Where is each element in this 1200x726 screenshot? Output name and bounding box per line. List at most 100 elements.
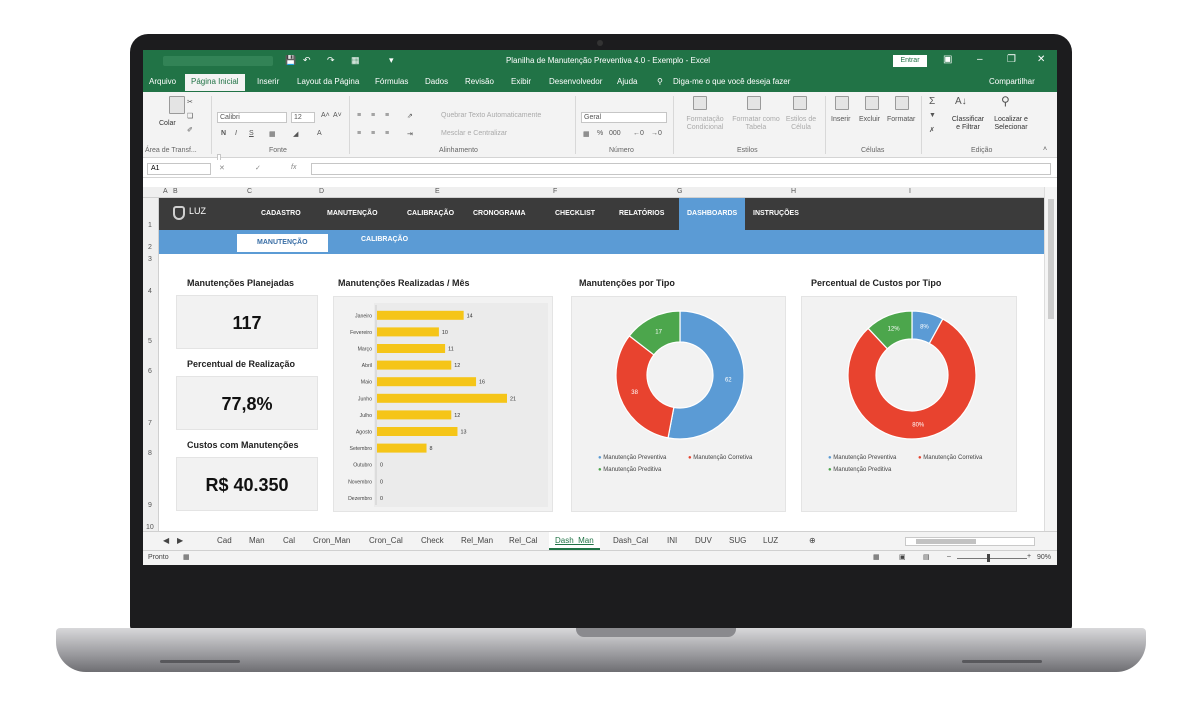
nav-instrucoes[interactable]: INSTRUÇÕES [753,210,799,217]
formula-input[interactable] [311,163,1051,175]
increase-decimal-icon[interactable]: ←0 [633,130,644,137]
column-header[interactable]: E [435,188,440,195]
customize-toolbar-icon[interactable]: ▾ [389,55,394,66]
page-break-icon[interactable]: ▤ [923,553,930,561]
macro-record-icon[interactable]: ▦ [183,553,190,561]
restore-icon[interactable]: ❐ [1007,54,1016,65]
nav-checklist[interactable]: CHECKLIST [555,210,595,217]
wrap-text-button[interactable]: Quebrar Texto Automaticamente [441,112,541,119]
borders-icon[interactable]: ▦ [269,130,276,138]
column-header[interactable]: G [677,188,682,195]
zoom-level[interactable]: 90% [1037,554,1051,561]
cut-icon[interactable]: ✂ [187,98,193,106]
tab-inserir[interactable]: Inserir [257,77,279,86]
collapse-ribbon-icon[interactable]: ˄ [1043,146,1047,153]
row-header[interactable]: 7 [148,420,152,427]
tab-pagina-inicial[interactable]: Página Inicial [185,74,245,91]
cancel-icon[interactable]: ✕ [219,164,225,172]
sheet-tab[interactable]: Cron_Cal [369,536,403,545]
align-bottom-icon[interactable]: ≡ [385,112,389,119]
name-box[interactable]: A1 [147,163,211,175]
sheet-tab-active[interactable]: Dash_Man [549,532,600,550]
row-header[interactable]: 5 [148,338,152,345]
scroll-thumb[interactable] [1048,199,1054,319]
tab-scroll-right-icon[interactable]: ▶ [177,536,183,545]
row-header[interactable]: 6 [148,368,152,375]
cell-styles-button[interactable]: Estilos de Célula [783,116,819,132]
insert-cells-icon[interactable] [835,96,849,110]
paste-label[interactable]: Colar [159,120,176,127]
horizontal-scrollbar[interactable] [905,537,1035,546]
page-layout-icon[interactable]: ▣ [899,553,906,561]
row-header[interactable]: 8 [148,450,152,457]
tab-layout[interactable]: Layout da Página [297,77,359,86]
normal-view-icon[interactable]: ▦ [873,553,880,561]
row-header[interactable]: 2 [148,244,152,251]
format-cells-icon[interactable] [895,96,909,110]
percent-icon[interactable]: % [597,130,603,137]
insert-cells-button[interactable]: Inserir [831,116,850,123]
clear-icon[interactable]: ✗ [929,126,935,134]
add-sheet-icon[interactable]: ⊕ [809,536,816,545]
scroll-thumb[interactable] [916,539,976,544]
grow-font-icon[interactable]: A˄ [321,112,330,119]
redo-icon[interactable]: ↷ [327,55,335,66]
save-icon[interactable]: 💾 [285,55,296,66]
sheet-tab[interactable]: Cad [217,536,232,545]
italic-icon[interactable]: I [235,130,237,137]
format-table-icon[interactable] [747,96,761,110]
column-header[interactable]: F [553,188,557,195]
sheet-tab[interactable]: Man [249,536,265,545]
sheet-tab[interactable]: Dash_Cal [613,536,648,545]
row-header[interactable]: 9 [148,502,152,509]
enter-icon[interactable]: ✓ [255,164,261,172]
zoom-slider[interactable] [957,558,1027,559]
zoom-slider-thumb[interactable] [987,554,990,562]
subtab-calibracao[interactable]: CALIBRAÇÃO [361,236,408,243]
autosum-icon[interactable]: Σ [929,96,935,107]
conditional-format-icon[interactable] [693,96,707,110]
nav-cronograma[interactable]: CRONOGRAMA [473,210,526,217]
underline-icon[interactable]: S [249,130,254,137]
sheet-tab[interactable]: Rel_Cal [509,536,537,545]
column-header[interactable]: I [909,188,911,195]
sheet-tab[interactable]: SUG [729,536,746,545]
minimize-icon[interactable]: – [977,54,983,65]
thousands-icon[interactable]: 000 [609,130,621,137]
merge-center-button[interactable]: Mesclar e Centralizar [441,130,507,137]
conditional-format-button[interactable]: Formatação Condicional [679,116,731,132]
zoom-out-icon[interactable]: – [947,553,951,560]
find-select-button[interactable]: Localizar e Selecionar [989,116,1033,132]
subtab-manutencao[interactable]: MANUTENÇÃO [237,234,328,252]
sheet-tab[interactable]: Cal [283,536,295,545]
decrease-decimal-icon[interactable]: →0 [651,130,662,137]
font-size-select[interactable]: 12 [291,112,315,123]
paste-icon[interactable] [169,96,185,114]
delete-cells-icon[interactable] [865,96,879,110]
sign-in-button[interactable]: Entrar [893,55,927,67]
orientation-icon[interactable]: ⇗ [407,112,413,120]
zoom-in-icon[interactable]: + [1027,553,1031,560]
align-top-icon[interactable]: ≡ [357,112,361,119]
tab-revisao[interactable]: Revisão [465,77,494,86]
tab-arquivo[interactable]: Arquivo [149,77,176,86]
sort-filter-icon[interactable]: A↓ [955,96,967,107]
align-left-icon[interactable]: ≡ [357,130,361,137]
close-icon[interactable]: ✕ [1037,54,1045,65]
row-header[interactable]: 10 [146,524,154,531]
format-cells-button[interactable]: Formatar [887,116,915,123]
indent-icon[interactable]: ⇥ [407,130,413,138]
sort-filter-button[interactable]: Classificar e Filtrar [949,116,987,132]
vertical-scrollbar[interactable] [1044,187,1057,531]
number-format-select[interactable]: Geral [581,112,667,123]
column-header[interactable]: C [247,188,252,195]
nav-calibracao[interactable]: CALIBRAÇÃO [407,210,454,217]
nav-manutencao[interactable]: MANUTENÇÃO [327,210,378,217]
insert-function-icon[interactable]: fx [291,164,296,171]
row-header[interactable]: 4 [148,288,152,295]
font-color-icon[interactable]: A [317,130,322,137]
find-icon[interactable]: ⚲ [1001,94,1010,108]
nav-cadastro[interactable]: CADASTRO [261,210,301,217]
sheet-tab[interactable]: Rel_Man [461,536,493,545]
fill-color-icon[interactable]: ◢ [293,130,298,138]
